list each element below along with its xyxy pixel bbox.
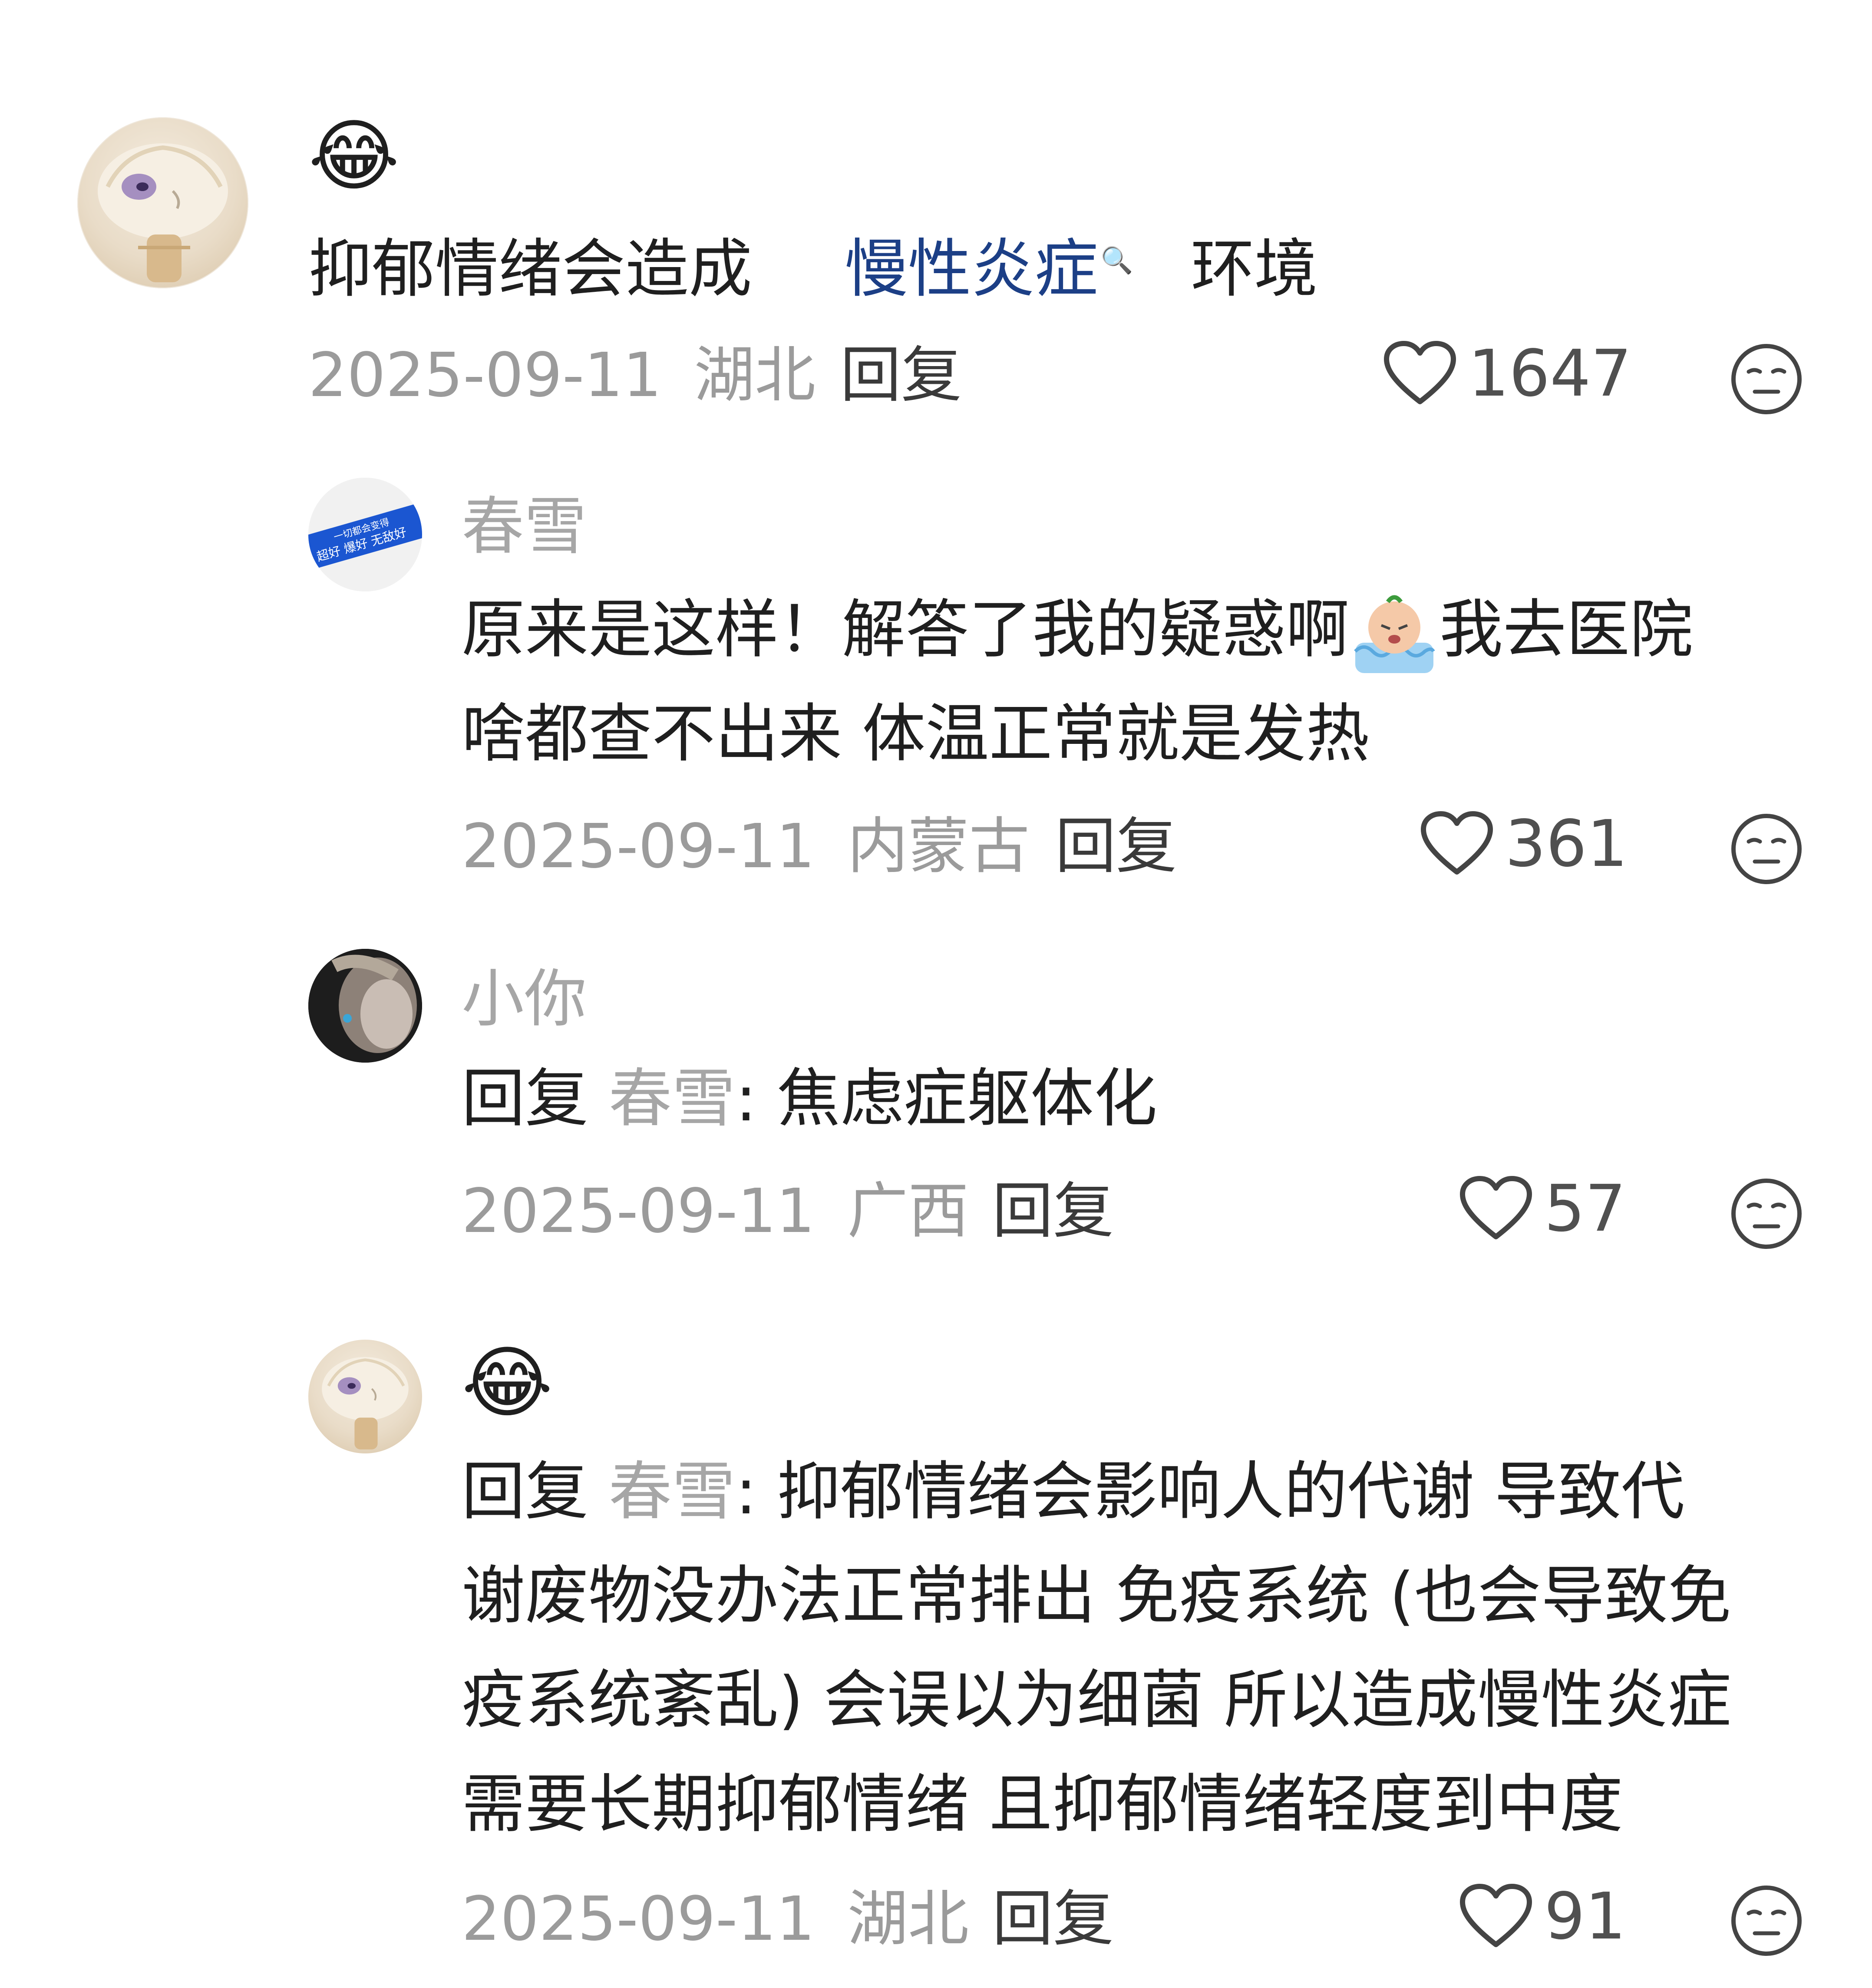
reply-text-part: : 抑郁情绪会影响人的代谢 导致代 <box>735 1455 1685 1529</box>
heart-outline-icon <box>1460 1176 1532 1239</box>
unamused-face-icon[interactable] <box>1730 1885 1803 1958</box>
topic-link[interactable]: 慢性炎症 <box>845 232 1098 306</box>
unamused-face-icon[interactable] <box>1730 1178 1803 1252</box>
unamused-face-icon[interactable] <box>1730 343 1803 417</box>
reply-to-username[interactable]: 春雪 <box>608 1455 735 1529</box>
heart-outline-icon <box>1460 1884 1532 1947</box>
heart-outline-icon <box>1384 341 1456 404</box>
reply-text-part: 原来是这样！解答了我的疑惑啊 <box>462 593 1349 667</box>
chunxue-avatar-art: 一切都会变得 超好 爆好 无敌好 <box>308 478 422 591</box>
reply-text-line: 啥都查不出来 体温正常就是发热 <box>462 697 1370 771</box>
comment-location: 湖北 <box>694 340 816 411</box>
dumpling-avatar-art <box>98 143 228 282</box>
reply-to-username[interactable]: 春雪 <box>608 1062 735 1136</box>
like-count: 1647 <box>1468 336 1632 411</box>
laughing-emoji: 😂 <box>462 1337 553 1428</box>
comment-meta: 2025-09-11 湖北 <box>308 345 815 406</box>
username[interactable]: 春雪 <box>462 495 587 558</box>
reply-location: 湖北 <box>847 1884 969 1955</box>
comment-text-part: 抑郁情绪会造成 <box>308 232 752 306</box>
like-button[interactable]: 1647 <box>1383 341 1632 406</box>
reply-button[interactable]: 回复 <box>992 1181 1114 1242</box>
reply-location: 广西 <box>847 1176 969 1247</box>
username[interactable]: 小你 <box>462 968 587 1030</box>
like-count: 361 <box>1505 806 1628 881</box>
laughing-emoji: 😂 <box>308 111 400 201</box>
reply-text-line: 疫系统紊乱) 会误以为细菌 所以造成慢性炎症 <box>462 1663 1731 1737</box>
comment-date: 2025-09-11 <box>308 340 662 411</box>
avatar-chunxue[interactable]: 一切都会变得 超好 爆好 无敌好 <box>308 478 422 591</box>
avatar-dumpling[interactable] <box>308 1340 422 1453</box>
reply-text-line: 原来是这样！解答了我的疑惑啊 我去医院 <box>462 578 1693 682</box>
reply-prefix: 回复 <box>462 1455 588 1529</box>
reply-meta: 2025-09-11 内蒙古 <box>462 816 1030 877</box>
reply-meta: 2025-09-11 湖北 <box>462 1889 969 1950</box>
heart-outline-icon <box>1421 811 1493 875</box>
reply-meta: 2025-09-11 广西 <box>462 1181 969 1242</box>
avatar-dumpling[interactable] <box>77 117 248 288</box>
reply-text-line: 谢废物没办法正常排出 免疫系统 (也会导致免 <box>462 1559 1731 1633</box>
reply-text-part: : 焦虑症躯体化 <box>735 1062 1158 1136</box>
like-button[interactable]: 91 <box>1459 1884 1626 1949</box>
reply-button[interactable]: 回复 <box>840 345 962 406</box>
crying-sticker-icon <box>1351 591 1438 677</box>
like-button[interactable]: 57 <box>1459 1176 1626 1241</box>
search-icon: 🔍 <box>1100 245 1133 276</box>
reply-button[interactable]: 回复 <box>1055 816 1177 877</box>
reply-location: 内蒙古 <box>847 811 1030 882</box>
comment-text-part: 环境 <box>1191 232 1318 306</box>
like-button[interactable]: 361 <box>1420 811 1628 876</box>
avatar-xiaoni[interactable] <box>308 949 422 1063</box>
reply-date: 2025-09-11 <box>462 811 815 882</box>
reply-prefix: 回复 <box>462 1062 588 1136</box>
reply-text-line: 回复 春雪: 焦虑症躯体化 <box>462 1047 1157 1151</box>
reply-text-part: 我去医院 <box>1439 593 1693 667</box>
comment-text: 抑郁情绪会造成 慢性炎症 🔍 环境 <box>308 208 1317 321</box>
like-count: 91 <box>1544 1879 1626 1954</box>
unamused-face-icon[interactable] <box>1730 813 1803 887</box>
xiaoni-avatar-art <box>308 949 422 1063</box>
dumpling-avatar-art <box>322 1357 409 1450</box>
reply-text-line: 需要长期抑郁情绪 且抑郁情绪轻度到中度 <box>462 1767 1623 1841</box>
reply-date: 2025-09-11 <box>462 1176 815 1247</box>
reply-button[interactable]: 回复 <box>992 1889 1114 1950</box>
reply-text-line: 回复 春雪: 抑郁情绪会影响人的代谢 导致代 <box>462 1440 1684 1544</box>
like-count: 57 <box>1544 1171 1626 1246</box>
reply-date: 2025-09-11 <box>462 1884 815 1955</box>
